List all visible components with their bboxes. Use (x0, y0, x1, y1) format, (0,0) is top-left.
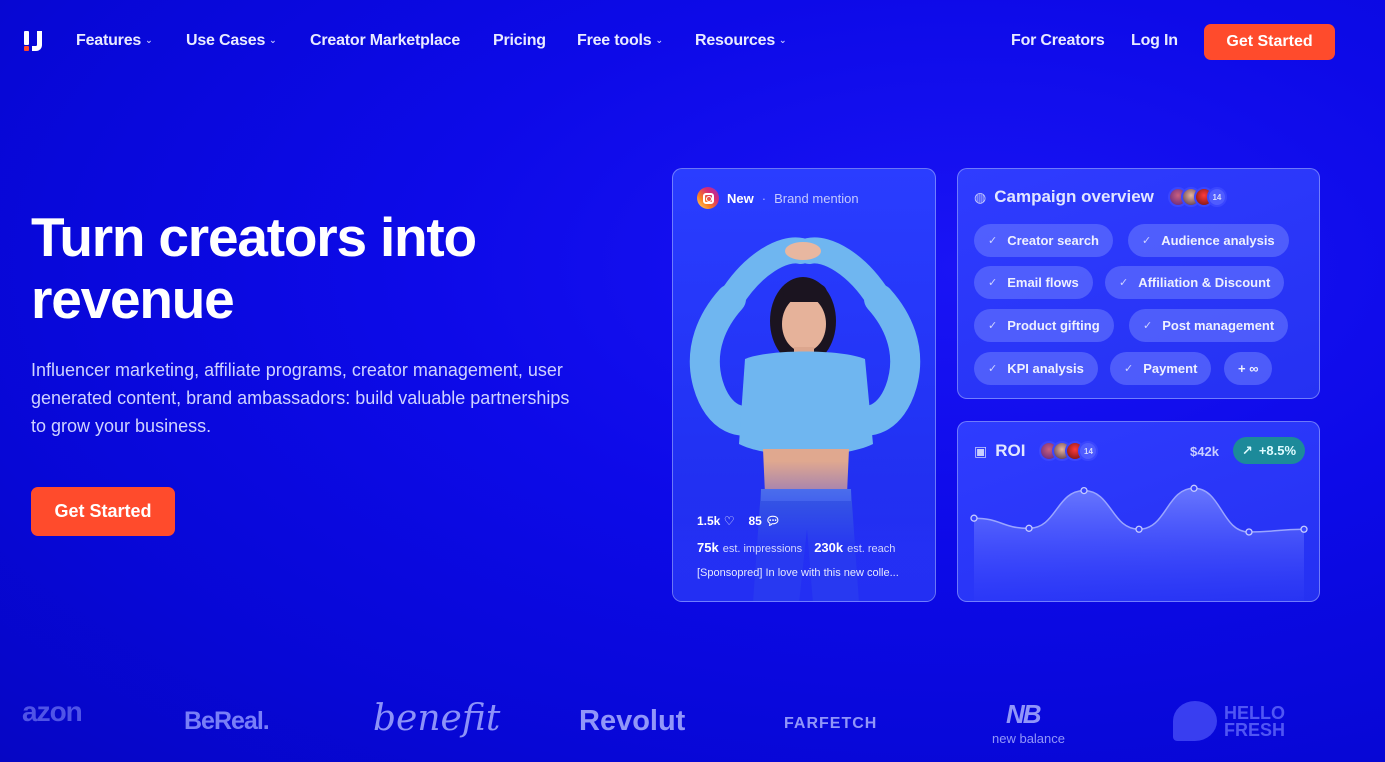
roi-area-fill (974, 488, 1304, 601)
fire-icon: ◍ (974, 188, 987, 205)
chip-affiliation-discount: ✓ Affiliation & Discount (1105, 266, 1285, 299)
brand-logo-new-balance: new balance (992, 731, 1065, 746)
hero-get-started-button[interactable]: Get Started (31, 487, 175, 536)
chip-more: + ∞ (1224, 352, 1273, 385)
likes-count: 1.5k ♡ (697, 514, 735, 528)
check-icon: ✓ (1119, 277, 1129, 289)
hero-title-line2: revenue (31, 268, 235, 330)
roi-card: ▣ ROI 14 $42k ↗ +8.5% (957, 421, 1320, 602)
roi-point (1135, 525, 1143, 533)
brand-logo-bereal: BeReal. (184, 707, 270, 735)
campaign-title: ◍ Campaign overview 14 (974, 187, 1227, 207)
check-icon: ✓ (1143, 320, 1153, 332)
post-caption: [Sponsopred] In love with this new colle… (697, 567, 899, 579)
chip-creator-search: ✓ Creator search (974, 224, 1113, 257)
hero-title: Turn creators into revenue (31, 206, 591, 330)
roi-point (1025, 524, 1033, 532)
brand-logo-revolut: Revolut (579, 705, 686, 737)
roi-area-chart (970, 484, 1308, 601)
check-icon: ✓ (988, 363, 998, 375)
impressions-stat: 75k est. impressions (697, 540, 803, 555)
brand-logo-farfetch: FARFETCH (784, 715, 878, 732)
roi-title: ▣ ROI 14 (974, 441, 1099, 461)
roi-point (1080, 486, 1088, 495)
check-icon: ✓ (988, 277, 998, 289)
nav-use-cases[interactable]: Use Cases ⌄ (186, 32, 277, 50)
chip-payment: ✓ Payment (1110, 352, 1212, 385)
roi-line (973, 487, 1305, 533)
post-new-label: New (727, 190, 754, 206)
heart-icon: ♡ (723, 514, 735, 528)
chip-post-management: ✓ Post management (1129, 309, 1289, 342)
roi-point (1300, 525, 1308, 533)
chevron-down-icon: ⌄ (145, 35, 153, 45)
post-stats: 1.5k ♡ 85 💬︎ 75k est. impressions 230k est… (697, 514, 895, 555)
top-navigation: Features ⌄ Use Cases ⌄ Creator Marketplace… (0, 0, 1385, 84)
roi-point (970, 514, 978, 522)
brand-logo-amazon: azon (22, 696, 83, 727)
nav-pricing[interactable]: Pricing (493, 32, 546, 50)
chip-product-gifting: ✓ Product gifting (974, 309, 1114, 342)
nav-features[interactable]: Features ⌄ (76, 32, 153, 50)
roi-point (1190, 484, 1198, 492)
check-icon: ✓ (988, 235, 998, 247)
roi-point (1245, 528, 1253, 536)
nav-login[interactable]: Log In (1131, 32, 1178, 50)
cash-icon: ▣ (974, 442, 988, 459)
hello-fresh-mark (1173, 701, 1217, 741)
comment-icon: 💬︎ (765, 514, 781, 528)
hero-title-line1: Turn creators into (31, 206, 477, 268)
trending-up-icon: ↗ (1241, 442, 1253, 458)
campaign-overview-card: ◍ Campaign overview 14 ✓ Creator search ✓… (957, 168, 1320, 399)
chip-kpi-analysis: ✓ KPI analysis (974, 352, 1098, 385)
check-icon: ✓ (988, 320, 998, 332)
chip-audience-analysis: ✓ Audience analysis (1128, 224, 1289, 257)
avatar-count: 14 (1206, 187, 1227, 207)
avatar-group: 14 (1039, 441, 1099, 461)
chevron-down-icon: ⌄ (779, 35, 787, 45)
post-header: New · Brand mention (697, 187, 859, 209)
nav-for-creators[interactable]: For Creators (1011, 32, 1105, 50)
nav-free-tools[interactable]: Free tools ⌄ (577, 32, 663, 50)
check-icon: ✓ (1142, 235, 1152, 247)
avatar-group: 14 (1167, 187, 1227, 207)
brand-logo-hello-fresh: HELLO FRESH (1224, 703, 1286, 740)
chevron-down-icon: ⌄ (269, 35, 277, 45)
nav-creator-marketplace[interactable]: Creator Marketplace (310, 32, 460, 50)
hero-subtitle: Influencer marketing, affiliate programs… (31, 360, 570, 436)
chevron-down-icon: ⌄ (655, 35, 663, 45)
comments-count: 85 💬︎ (748, 514, 781, 528)
nav-get-started-button[interactable]: Get Started (1204, 24, 1335, 60)
post-separator: · (761, 190, 767, 206)
brand-logo-benefit: benefit (373, 698, 501, 739)
instagram-icon (697, 187, 719, 209)
avatar-count: 14 (1078, 441, 1099, 461)
roi-change-badge: ↗ +8.5% (1233, 437, 1305, 464)
new-balance-mark: NB (1006, 699, 1042, 729)
post-tag: Brand mention (774, 190, 859, 206)
check-icon: ✓ (1124, 363, 1134, 375)
chip-email-flows: ✓ Email flows (974, 266, 1093, 299)
reach-stat: 230k est. reach (814, 540, 896, 555)
roi-amount: $42k (1190, 444, 1219, 459)
brand-logo[interactable] (24, 31, 44, 53)
nav-resources[interactable]: Resources ⌄ (695, 32, 787, 50)
instagram-post-card: New · Brand mention 1.5k ♡ 85 💬︎ 75k est.… (672, 168, 936, 602)
